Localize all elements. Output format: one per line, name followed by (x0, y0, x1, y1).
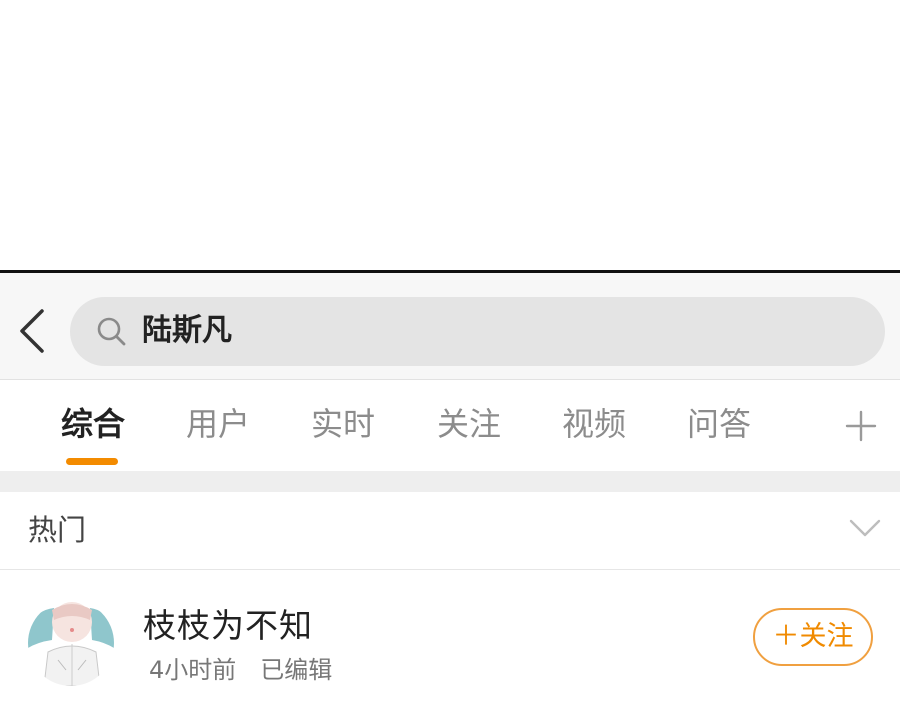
tab-following[interactable]: 关注 (437, 404, 501, 444)
user-name[interactable]: 枝枝为不知 (143, 604, 313, 648)
user-result-card[interactable]: 枝枝为不知 4小时前 已编辑 ＋关注 (0, 570, 900, 703)
chevron-down-icon[interactable] (848, 516, 882, 540)
follow-button[interactable]: ＋关注 (753, 608, 873, 666)
tab-qa[interactable]: 问答 (687, 404, 751, 444)
tab-users[interactable]: 用户 (186, 404, 250, 444)
tab-video[interactable]: 视频 (562, 404, 626, 444)
back-arrow-icon (20, 309, 44, 353)
search-header: 陆斯凡 (0, 273, 900, 379)
hot-section-header[interactable]: 热门 (0, 492, 900, 569)
tab-realtime[interactable]: 实时 (311, 404, 375, 444)
blank-area (0, 0, 900, 270)
back-button[interactable] (14, 305, 54, 357)
search-icon (97, 317, 126, 346)
edited-label: 已编辑 (260, 656, 333, 684)
search-results-screen: 陆斯凡 综合 用户 实时 关注 视频 问答 热门 枝枝为不知 4小时前 已编辑 … (0, 273, 900, 703)
search-input[interactable]: 陆斯凡 (70, 297, 885, 366)
section-spacer (0, 471, 900, 492)
plus-icon (845, 410, 877, 442)
avatar[interactable] (28, 600, 114, 686)
tab-comprehensive[interactable]: 综合 (61, 404, 125, 444)
hot-label: 热门 (28, 513, 87, 547)
tab-bar: 综合 用户 实时 关注 视频 问答 (0, 380, 900, 471)
avatar-image (28, 600, 114, 686)
user-meta: 4小时前 已编辑 (149, 653, 332, 687)
add-tab-button[interactable] (842, 407, 880, 445)
search-query-text: 陆斯凡 (142, 313, 232, 348)
post-time: 4小时前 (149, 656, 237, 684)
active-tab-indicator (66, 458, 118, 465)
